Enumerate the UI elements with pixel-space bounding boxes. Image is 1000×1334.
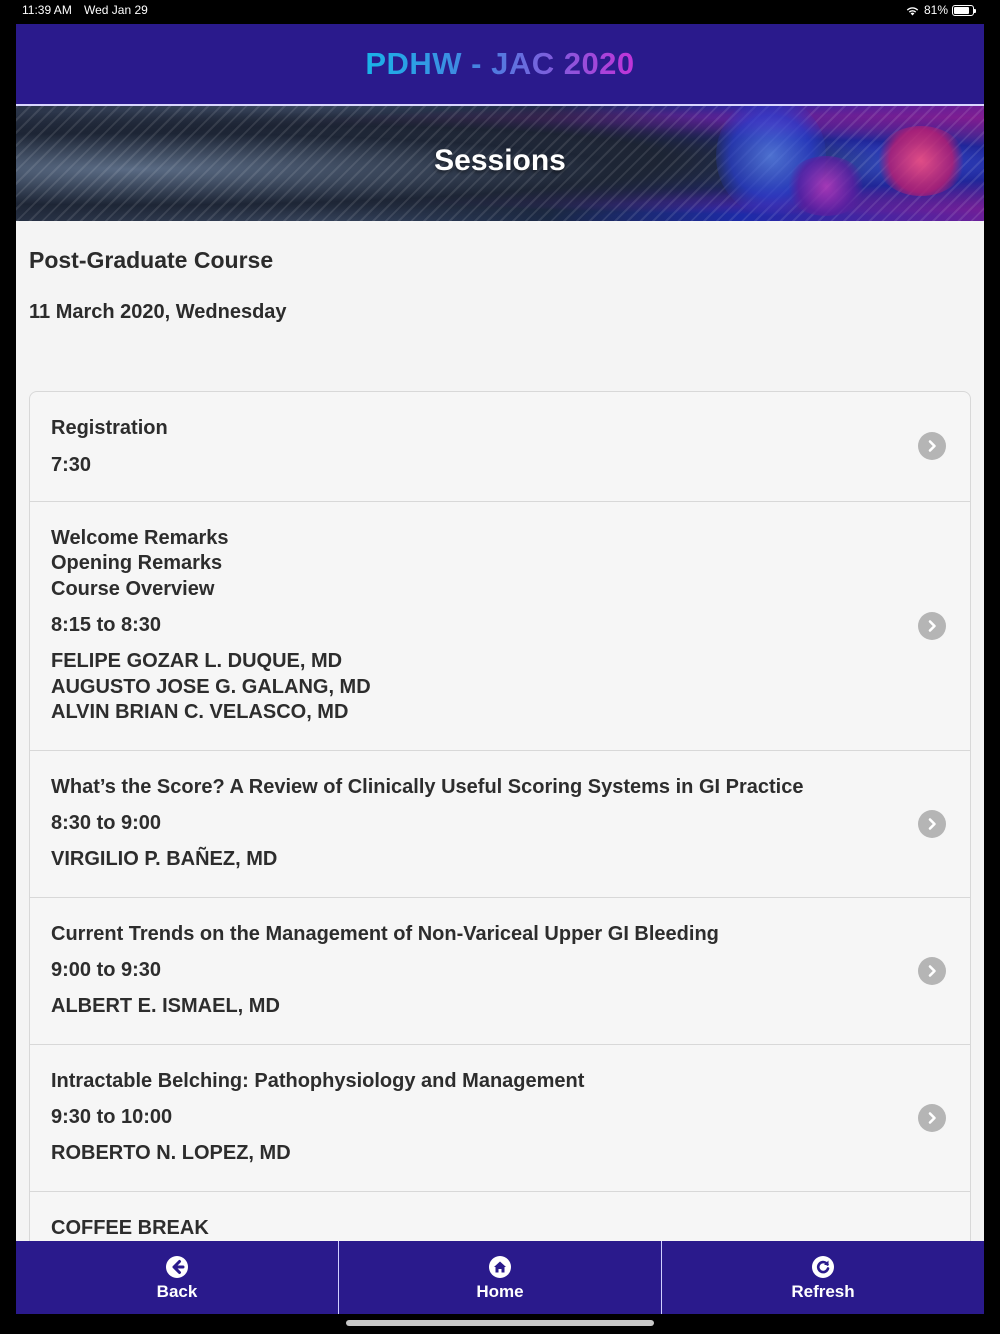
session-time: 9:30 to 10:00	[51, 1106, 173, 1128]
battery-percent: 81%	[923, 3, 948, 17]
sessions-banner: Sessions	[16, 106, 984, 221]
session-list: Registration 7:30 Welcome Remarks Opening …	[29, 391, 971, 1241]
session-item[interactable]: Registration 7:30	[30, 392, 970, 502]
refresh-button[interactable]: Refresh	[662, 1241, 984, 1314]
main-content[interactable]: Post-Graduate Course 11 March 2020, Wedn…	[16, 221, 984, 1241]
home-label: Home	[476, 1281, 524, 1301]
status-right: 81%	[905, 3, 976, 17]
session-item[interactable]: Welcome Remarks Opening Remarks Course O…	[30, 502, 970, 751]
home-icon	[487, 1254, 513, 1280]
chevron-right-icon[interactable]	[918, 432, 946, 461]
course-date: 11 March 2020, Wednesday	[29, 301, 287, 323]
arrow-left-icon	[164, 1254, 190, 1280]
home-indicator[interactable]	[346, 1320, 654, 1326]
battery-icon	[952, 4, 976, 16]
session-title: Welcome Remarks Opening Remarks Course O…	[51, 526, 229, 600]
session-title: Intractable Belching: Pathophysiology an…	[51, 1069, 585, 1092]
home-button[interactable]: Home	[339, 1241, 662, 1314]
refresh-label: Refresh	[791, 1281, 855, 1301]
app-header: PDHW - JAC 2020	[16, 24, 984, 106]
session-item[interactable]: What’s the Score? A Review of Clinically…	[30, 751, 970, 898]
status-bar: 11:39 AM Wed Jan 29 81%	[0, 0, 1000, 22]
footer-toolbar: Back Home Refresh	[16, 1241, 984, 1314]
session-title: Current Trends on the Management of Non-…	[51, 922, 719, 945]
chevron-right-icon[interactable]	[918, 956, 946, 985]
session-time: 8:15 to 8:30	[51, 614, 162, 636]
session-speakers: ALBERT E. ISMAEL, MD	[51, 995, 280, 1017]
course-title: Post-Graduate Course	[29, 247, 274, 273]
session-time: 7:30	[51, 453, 92, 476]
session-time: 9:00 to 9:30	[51, 959, 162, 981]
status-time: 11:39 AM	[22, 3, 72, 17]
status-date: Wed Jan 29	[84, 3, 148, 17]
session-item[interactable]: Current Trends on the Management of Non-…	[30, 898, 970, 1045]
session-speakers: VIRGILIO P. BAÑEZ, MD	[51, 848, 278, 870]
session-title: What’s the Score? A Review of Clinically…	[51, 775, 804, 798]
chevron-right-icon[interactable]	[918, 1103, 946, 1132]
session-time: 8:30 to 9:00	[51, 812, 162, 834]
session-title: COFFEE BREAK	[51, 1216, 209, 1239]
back-label: Back	[156, 1281, 198, 1301]
back-button[interactable]: Back	[16, 1241, 339, 1314]
chevron-right-icon[interactable]	[918, 809, 946, 838]
session-speakers: ROBERTO N. LOPEZ, MD	[51, 1142, 291, 1164]
page-title: Sessions	[434, 144, 566, 177]
wifi-icon	[906, 6, 919, 15]
session-item[interactable]: COFFEE BREAK	[30, 1192, 970, 1242]
refresh-icon	[810, 1254, 836, 1280]
chevron-right-icon[interactable]	[918, 611, 946, 640]
session-title: Registration	[51, 417, 168, 439]
session-item[interactable]: Intractable Belching: Pathophysiology an…	[30, 1045, 970, 1192]
session-speakers: FELIPE GOZAR L. DUQUE, MD AUGUSTO JOSE G…	[51, 650, 371, 723]
app-title: PDHW - JAC 2020	[365, 46, 635, 81]
app-window: PDHW - JAC 2020 Sessions Post-Graduate C…	[16, 24, 984, 1314]
